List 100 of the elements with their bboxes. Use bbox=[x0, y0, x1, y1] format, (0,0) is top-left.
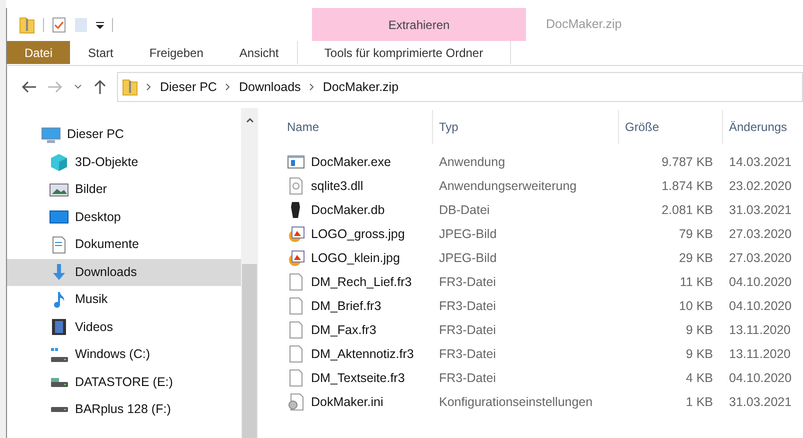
file-date: 31.03.2021 bbox=[729, 202, 792, 217]
file-icon bbox=[287, 297, 305, 315]
desktop-icon bbox=[49, 208, 69, 226]
column-header[interactable]: Größe bbox=[619, 110, 723, 144]
settings-file-icon bbox=[287, 393, 305, 411]
file-date: 13.11.2020 bbox=[729, 346, 791, 361]
file-size: 9 KB bbox=[686, 322, 713, 337]
image-file-icon bbox=[287, 225, 305, 243]
scroll-up-icon[interactable] bbox=[244, 116, 255, 124]
nav-item[interactable]: 3D-Objekte bbox=[7, 148, 242, 176]
file-type: FR3-Datei bbox=[439, 346, 496, 361]
chevron-right-icon bbox=[308, 83, 315, 91]
file-name[interactable]: sqlite3.dll bbox=[311, 176, 364, 196]
breadcrumb[interactable]: Downloads bbox=[238, 78, 301, 96]
file-type: DB-Datei bbox=[439, 202, 490, 217]
file-size: 1 KB bbox=[686, 394, 713, 409]
computer-icon bbox=[41, 126, 61, 144]
column-header[interactable]: Name bbox=[281, 110, 433, 144]
nav-item[interactable]: Bilder bbox=[7, 176, 242, 204]
file-size: 1.874 KB bbox=[662, 178, 713, 193]
cube-icon bbox=[49, 153, 69, 172]
picture-icon bbox=[49, 180, 69, 199]
gear-file-icon bbox=[287, 177, 305, 195]
file-name[interactable]: DM_Textseite.fr3 bbox=[311, 368, 405, 388]
file-type: Anwendung bbox=[439, 154, 506, 169]
file-date: 13.11.2020 bbox=[729, 322, 791, 337]
file-size: 11 KB bbox=[680, 274, 713, 289]
file-date: 27.03.2020 bbox=[729, 226, 792, 241]
file-type: FR3-Datei bbox=[439, 298, 496, 313]
file-size: 79 KB bbox=[678, 226, 713, 241]
dropdown-icon[interactable] bbox=[96, 20, 104, 30]
file-type: Konfigurationseinstellungen bbox=[439, 394, 593, 409]
file-size: 4 KB bbox=[686, 370, 713, 385]
ribbon-tab[interactable]: Start bbox=[70, 41, 132, 64]
window-title: DocMaker.zip bbox=[545, 16, 622, 34]
file-name[interactable]: DM_Aktennotiz.fr3 bbox=[311, 344, 414, 364]
ribbon-tab[interactable]: Ansicht bbox=[221, 41, 297, 64]
nav-item[interactable]: Musik bbox=[7, 286, 242, 314]
file-icon bbox=[287, 369, 305, 387]
properties-icon[interactable] bbox=[52, 16, 66, 32]
chevron-down-icon[interactable] bbox=[73, 83, 83, 91]
zip-folder-icon bbox=[19, 16, 35, 34]
file-icon bbox=[287, 321, 305, 339]
back-arrow-icon[interactable] bbox=[21, 80, 37, 94]
drive-icon bbox=[50, 407, 68, 412]
file-type: JPEG-Bild bbox=[439, 250, 497, 265]
scrollbar[interactable] bbox=[241, 108, 258, 438]
breadcrumb[interactable]: Dieser PC bbox=[160, 78, 217, 96]
file-date: 04.10.2020 bbox=[729, 370, 792, 385]
file-type: FR3-Datei bbox=[439, 322, 496, 337]
nav-item[interactable]: BARplus 128 (F:) bbox=[7, 396, 242, 424]
application-icon bbox=[287, 153, 305, 171]
nav-item[interactable]: Dokumente bbox=[7, 231, 242, 258]
drive-icon bbox=[49, 346, 69, 364]
ribbon-tab[interactable]: Tools für komprimierte Ordner bbox=[296, 41, 511, 64]
file-size: 9 KB bbox=[686, 346, 713, 361]
nav-item[interactable]: Windows (C:) bbox=[7, 341, 242, 368]
up-arrow-icon[interactable] bbox=[93, 79, 107, 95]
breadcrumb[interactable]: DocMaker.zip bbox=[322, 78, 399, 96]
nav-item[interactable]: DATASTORE (E:) bbox=[7, 368, 242, 396]
file-name[interactable]: DokMaker.ini bbox=[311, 392, 384, 412]
zip-folder-icon bbox=[122, 78, 138, 96]
context-tab-header: Extrahieren bbox=[312, 8, 526, 41]
chevron-right-icon bbox=[224, 83, 231, 91]
image-file-icon bbox=[287, 249, 305, 267]
ribbon-tab[interactable]: Freigeben bbox=[131, 41, 222, 64]
ribbon-tab[interactable]: Datei bbox=[7, 41, 70, 64]
file-type: FR3-Datei bbox=[439, 274, 496, 289]
file-name[interactable]: DM_Brief.fr3 bbox=[311, 296, 382, 316]
file-date: 27.03.2020 bbox=[729, 250, 792, 265]
column-header[interactable]: Änderungs bbox=[723, 110, 803, 144]
chevron-right-icon bbox=[146, 83, 152, 91]
file-type: FR3-Datei bbox=[439, 370, 496, 385]
file-date: 14.03.2021 bbox=[729, 154, 792, 169]
nav-item[interactable]: Downloads bbox=[7, 258, 242, 286]
file-type: JPEG-Bild bbox=[439, 226, 497, 241]
file-date: 31.03.2021 bbox=[729, 394, 792, 409]
network-drive-icon bbox=[50, 378, 68, 387]
file-date: 04.10.2020 bbox=[729, 298, 792, 313]
file-size: 9.787 KB bbox=[662, 154, 713, 169]
file-icon bbox=[287, 345, 305, 363]
file-size: 29 KB bbox=[678, 250, 713, 265]
file-name[interactable]: LOGO_gross.jpg bbox=[311, 224, 405, 244]
address-bar[interactable]: Dieser PC Downloads DocMaker.zip bbox=[117, 72, 803, 102]
file-size: 2.081 KB bbox=[662, 202, 713, 217]
file-date: 23.02.2020 bbox=[729, 178, 792, 193]
nav-item[interactable]: Desktop bbox=[7, 204, 242, 231]
nav-item[interactable]: Videos bbox=[7, 314, 242, 341]
file-name[interactable]: DocMaker.db bbox=[311, 200, 385, 220]
file-date: 04.10.2020 bbox=[729, 274, 792, 289]
file-icon bbox=[287, 273, 305, 291]
file-name[interactable]: DM_Rech_Lief.fr3 bbox=[311, 272, 412, 292]
file-type: Anwendungserweiterung bbox=[439, 178, 577, 193]
file-name[interactable]: DM_Fax.fr3 bbox=[311, 320, 376, 340]
file-name[interactable]: LOGO_klein.jpg bbox=[311, 248, 400, 268]
file-size: 10 KB bbox=[678, 298, 713, 313]
nav-item[interactable]: Dieser PC bbox=[7, 121, 242, 148]
film-icon bbox=[49, 318, 69, 336]
column-header[interactable]: Typ bbox=[433, 110, 619, 144]
file-name[interactable]: DocMaker.exe bbox=[311, 152, 391, 172]
